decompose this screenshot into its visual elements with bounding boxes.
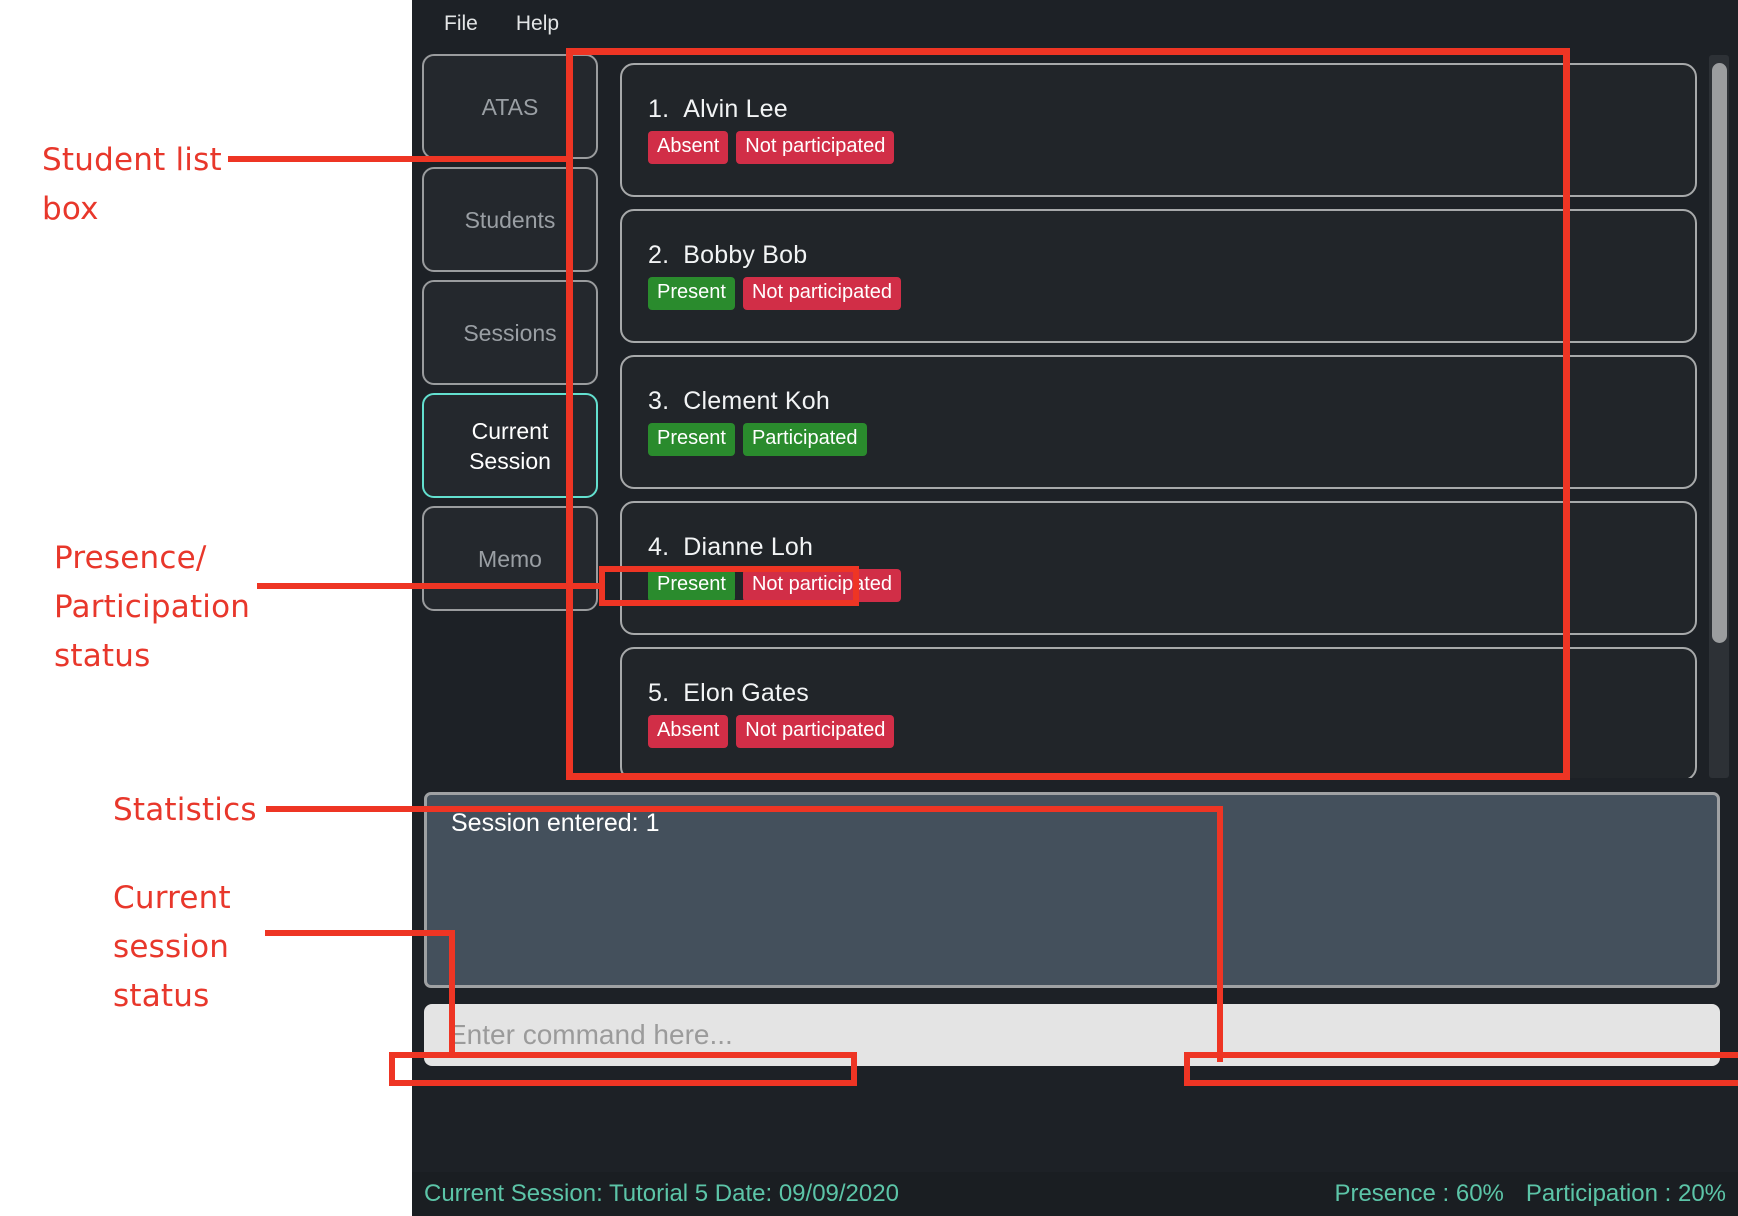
presence-badge: Absent: [648, 715, 729, 748]
status-badges: Present Participated: [648, 423, 1695, 456]
presence-badge: Present: [648, 569, 735, 602]
presence-badge: Absent: [648, 131, 729, 164]
participation-badge: Not participated: [742, 277, 902, 310]
annotation-box-badges-bottom: [599, 600, 859, 606]
presence-badge: Present: [648, 423, 735, 456]
student-card[interactable]: 5. Elon Gates Absent Not participated: [620, 647, 1697, 778]
scrollbar-thumb[interactable]: [1712, 63, 1727, 643]
annotation-label-current-session-status: Current session status: [113, 880, 231, 1014]
status-badges: Present Not participated: [648, 569, 1695, 602]
presence-badge: Present: [648, 277, 735, 310]
student-name-row: 5. Elon Gates: [648, 679, 1695, 708]
student-index: 4.: [648, 533, 670, 561]
annotation-connector-current-session-vertical: [449, 930, 455, 1054]
statistics-status-group: Presence : 60% Participation : 20%: [1334, 1180, 1732, 1208]
student-index: 5.: [648, 679, 670, 707]
annotation-box-session-status-top: [389, 1052, 857, 1058]
annotation-leader-student-list: [228, 156, 568, 162]
application-window: File Help ATAS Students Sessions Current…: [412, 0, 1738, 1216]
annotation-leader-statistics: [266, 806, 1223, 812]
participation-percentage: Participation : 20%: [1525, 1180, 1726, 1207]
student-list-scrollbar[interactable]: [1709, 55, 1729, 778]
student-index: 1.: [648, 95, 670, 123]
student-name: Elon Gates: [683, 679, 809, 707]
current-session-status: Current Session: Tutorial 5 Date: 09/09/…: [424, 1180, 899, 1207]
annotation-label-statistics: Statistics: [113, 792, 257, 828]
app-body: ATAS Students Sessions Current Session M…: [412, 48, 1738, 778]
student-card[interactable]: 3. Clement Koh Present Participated: [620, 355, 1697, 489]
student-name: Clement Koh: [683, 387, 830, 415]
student-list-items: 1. Alvin Lee Absent Not participated 2. Bo…: [607, 55, 1709, 778]
student-index: 2.: [648, 241, 670, 269]
student-name-row: 3. Clement Koh: [648, 387, 1695, 416]
annotation-box-student-list-top: [566, 48, 1570, 55]
annotation-box-student-list-left: [566, 48, 573, 780]
statistics-text: Session entered: 1: [451, 809, 660, 837]
annotation-box-student-list-right: [1563, 48, 1570, 780]
participation-badge: Not participated: [736, 715, 895, 748]
annotation-label-student-list-box: Student list box: [42, 142, 222, 227]
student-index: 3.: [648, 387, 670, 415]
presence-percentage: Presence : 60%: [1334, 1180, 1504, 1207]
participation-badge: Not participated: [736, 131, 895, 164]
annotation-box-session-status-bottom: [389, 1080, 857, 1086]
statistics-panel: Session entered: 1: [424, 792, 1720, 988]
annotation-box-student-list-bottom: [566, 773, 1570, 780]
student-name: Alvin Lee: [683, 95, 788, 123]
annotation-box-statistics-status-top: [1184, 1052, 1738, 1058]
status-bar: Current Session: Tutorial 5 Date: 09/09/…: [412, 1172, 1738, 1216]
annotation-connector-statistics-vertical: [1217, 806, 1223, 1062]
menu-help[interactable]: Help: [516, 12, 559, 36]
student-card[interactable]: 1. Alvin Lee Absent Not participated: [620, 63, 1697, 197]
menu-file[interactable]: File: [444, 12, 478, 36]
student-name: Bobby Bob: [683, 241, 808, 269]
annotation-box-badges-top: [599, 566, 859, 572]
student-name: Dianne Loh: [683, 533, 814, 561]
participation-badge: Not participated: [742, 569, 902, 602]
status-badges: Absent Not participated: [648, 715, 1695, 748]
status-badges: Absent Not participated: [648, 131, 1695, 164]
annotation-box-statistics-status-bottom: [1184, 1080, 1738, 1086]
student-name-row: 2. Bobby Bob: [648, 241, 1695, 270]
annotation-leader-presence-participation: [257, 583, 602, 589]
student-card[interactable]: 2. Bobby Bob Present Not participated: [620, 209, 1697, 343]
annotation-label-presence-participation-status: Presence/ Participation status: [54, 540, 251, 674]
student-name-row: 1. Alvin Lee: [648, 95, 1695, 124]
menu-bar: File Help: [412, 0, 1738, 48]
student-name-row: 4. Dianne Loh: [648, 533, 1695, 562]
annotation-leader-current-session-status: [265, 930, 455, 936]
status-badges: Present Not participated: [648, 277, 1695, 310]
participation-badge: Participated: [742, 423, 867, 456]
